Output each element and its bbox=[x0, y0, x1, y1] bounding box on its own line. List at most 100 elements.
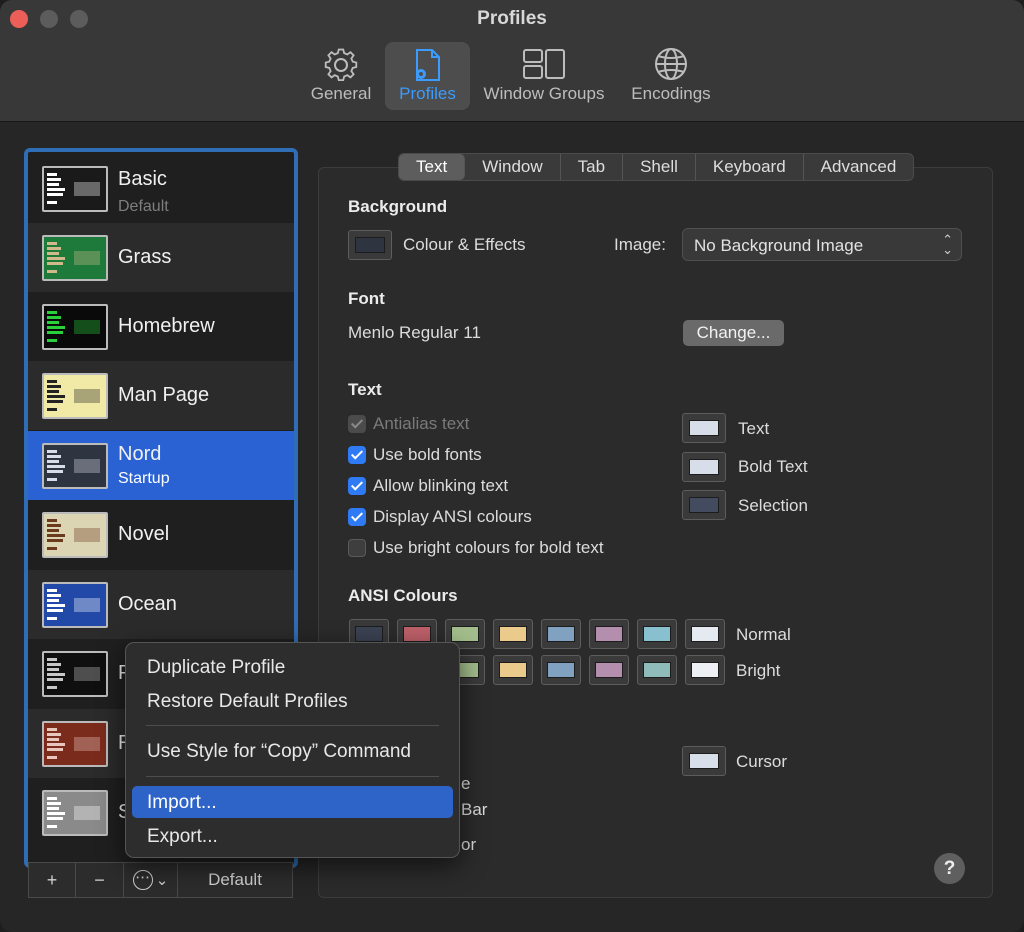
ansi-colours-checkbox[interactable] bbox=[348, 508, 366, 526]
tab-keyboard[interactable]: Keyboard bbox=[696, 154, 804, 180]
toolbar-window-groups-button[interactable]: Window Groups bbox=[478, 42, 610, 110]
image-label: Image: bbox=[614, 235, 666, 254]
ansi-colour-swatch bbox=[547, 626, 575, 642]
preview-text-line bbox=[47, 519, 57, 522]
selection-colour-well[interactable] bbox=[682, 490, 726, 520]
blinking-text-label: Allow blinking text bbox=[373, 476, 509, 495]
tab-advanced[interactable]: Advanced bbox=[804, 154, 914, 180]
profile-item-nord[interactable]: Nord Startup bbox=[28, 431, 294, 500]
bold-text-colour-swatch bbox=[689, 459, 719, 475]
globe-icon bbox=[655, 48, 687, 80]
change-font-button[interactable]: Change... bbox=[683, 320, 784, 346]
background-image-select[interactable]: No Background Image ⌃ ⌄ bbox=[682, 228, 962, 261]
preview-text-line bbox=[47, 524, 61, 527]
tab-window[interactable]: Window bbox=[465, 154, 561, 180]
preview-text-line bbox=[47, 247, 61, 250]
bright-bold-checkbox[interactable] bbox=[348, 539, 366, 557]
profile-subtitle: Startup bbox=[118, 470, 170, 487]
blinking-text-checkbox[interactable] bbox=[348, 477, 366, 495]
profile-name: Novel bbox=[118, 523, 170, 545]
background-colour-well[interactable] bbox=[348, 230, 392, 260]
preview-text-line bbox=[47, 802, 61, 805]
bold-text-colour-well[interactable] bbox=[682, 452, 726, 482]
profile-item-ocean[interactable]: Ocean bbox=[28, 570, 294, 639]
profile-preview-thumbnail bbox=[42, 721, 108, 767]
preview-text-line bbox=[47, 408, 57, 411]
preview-text-line bbox=[47, 825, 57, 828]
ansi-normal-colour-well[interactable] bbox=[637, 619, 677, 649]
text-colour-well[interactable] bbox=[682, 413, 726, 443]
preview-table-block bbox=[74, 389, 100, 403]
menu-item-restore-default-profiles[interactable]: Restore Default Profiles bbox=[132, 685, 453, 717]
background-image-value: No Background Image bbox=[694, 236, 864, 255]
profile-name: Man Page bbox=[118, 384, 210, 406]
profile-item-basic[interactable]: Basic Default bbox=[28, 154, 294, 223]
toolbar-profiles-button[interactable]: Profiles bbox=[385, 42, 470, 110]
preview-text-line bbox=[47, 686, 57, 689]
profile-preview-thumbnail bbox=[42, 304, 108, 350]
preview-text-line bbox=[47, 743, 65, 746]
profile-item-novel[interactable]: Novel bbox=[28, 500, 294, 569]
preview-text-line bbox=[47, 534, 65, 537]
updown-chevron-icon: ⌃ ⌄ bbox=[942, 232, 953, 257]
ansi-normal-colour-well[interactable] bbox=[685, 619, 725, 649]
profile-document-icon bbox=[416, 49, 440, 81]
menu-item-export[interactable]: Export... bbox=[132, 820, 453, 852]
preview-text-line bbox=[47, 817, 63, 820]
ansi-bright-colour-well[interactable] bbox=[589, 655, 629, 685]
cursor-colour-swatch bbox=[689, 753, 719, 769]
preferences-window: Profiles General Profiles Window Groups … bbox=[0, 0, 1024, 932]
preview-table-block bbox=[74, 320, 100, 334]
profile-item-man-page[interactable]: Man Page bbox=[28, 361, 294, 430]
preview-text-line bbox=[47, 460, 59, 463]
profile-actions-button[interactable]: ⋯ ⌄ bbox=[123, 862, 178, 898]
text-heading: Text bbox=[348, 380, 382, 399]
preview-text-line bbox=[47, 728, 57, 731]
gear-icon bbox=[324, 48, 358, 82]
selection-colour-label: Selection bbox=[738, 496, 808, 515]
bold-fonts-label: Use bold fonts bbox=[373, 445, 482, 464]
profile-item-homebrew[interactable]: Homebrew bbox=[28, 292, 294, 361]
preview-text-line bbox=[47, 242, 57, 245]
ansi-normal-colour-well[interactable] bbox=[541, 619, 581, 649]
help-button[interactable]: ? bbox=[934, 853, 965, 884]
remove-profile-button[interactable]: − bbox=[75, 862, 124, 898]
add-profile-button[interactable]: + bbox=[28, 862, 76, 898]
ansi-bright-colour-well[interactable] bbox=[685, 655, 725, 685]
preview-text-line bbox=[47, 331, 63, 334]
ansi-bright-label: Bright bbox=[736, 661, 781, 680]
ansi-bright-colour-well[interactable] bbox=[541, 655, 581, 685]
antialias-checkbox[interactable] bbox=[348, 415, 366, 433]
profile-item-grass[interactable]: Grass bbox=[28, 223, 294, 292]
menu-item-import[interactable]: Import... bbox=[132, 786, 453, 818]
set-default-button[interactable]: Default bbox=[177, 862, 293, 898]
preview-text-line bbox=[47, 658, 57, 661]
ansi-normal-colour-well[interactable] bbox=[493, 619, 533, 649]
bold-fonts-checkbox[interactable] bbox=[348, 446, 366, 464]
toolbar-encodings-button[interactable]: Encodings bbox=[625, 42, 717, 110]
toolbar-general-button[interactable]: General bbox=[300, 42, 382, 110]
window-groups-icon bbox=[523, 49, 565, 79]
preview-text-line bbox=[47, 748, 63, 751]
ansi-bright-colour-well[interactable] bbox=[637, 655, 677, 685]
profile-name: Grass bbox=[118, 246, 172, 268]
selection-colour-swatch bbox=[689, 497, 719, 513]
preview-table-block bbox=[74, 528, 100, 542]
ansi-bright-colour-well[interactable] bbox=[493, 655, 533, 685]
preview-text-line bbox=[47, 678, 63, 681]
tab-text[interactable]: Text bbox=[399, 154, 466, 180]
preview-table-block bbox=[74, 737, 100, 751]
cursor-option-partial: or bbox=[461, 835, 477, 854]
ansi-colour-swatch bbox=[451, 626, 479, 642]
preview-text-line bbox=[47, 178, 61, 181]
preview-text-line bbox=[47, 478, 57, 481]
cursor-colour-well[interactable] bbox=[682, 746, 726, 776]
menu-item-use-style-for-copy[interactable]: Use Style for “Copy” Command bbox=[132, 735, 453, 767]
menu-item-duplicate-profile[interactable]: Duplicate Profile bbox=[132, 651, 453, 683]
preview-text-line bbox=[47, 390, 59, 393]
text-colour-swatch bbox=[689, 420, 719, 436]
tab-tab[interactable]: Tab bbox=[561, 154, 624, 180]
ansi-normal-colour-well[interactable] bbox=[589, 619, 629, 649]
tab-shell[interactable]: Shell bbox=[623, 154, 696, 180]
preview-text-line bbox=[47, 529, 59, 532]
